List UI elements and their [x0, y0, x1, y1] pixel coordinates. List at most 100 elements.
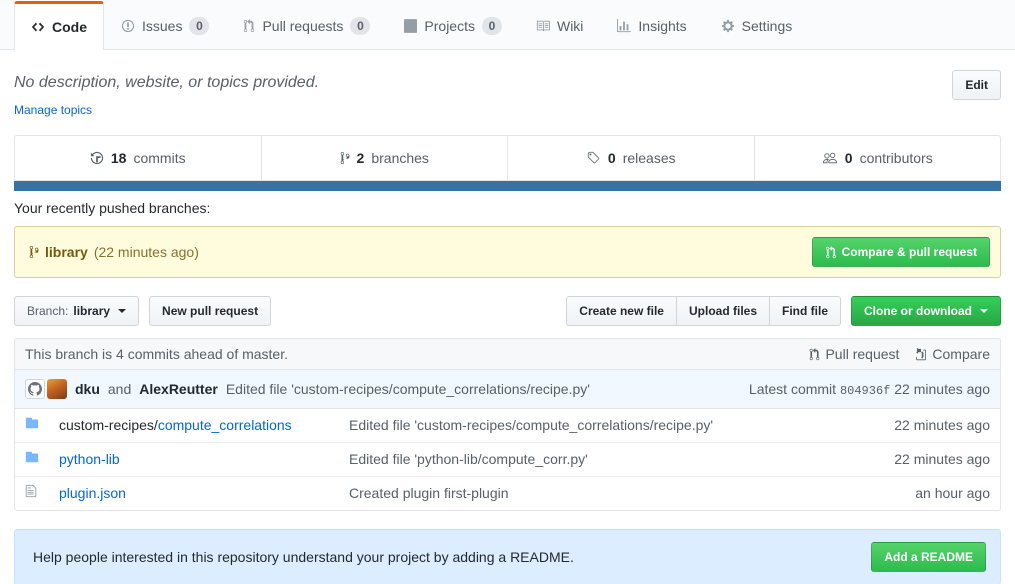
- branch-status-text: This branch is 4 commits ahead of master…: [25, 346, 288, 362]
- tab-pull-requests-label: Pull requests: [262, 18, 344, 34]
- tab-projects-label: Projects: [424, 18, 475, 34]
- tab-pull-requests[interactable]: Pull requests 0: [226, 1, 387, 50]
- recently-pushed-branch-info: library (22 minutes ago): [29, 244, 199, 260]
- file-navigation-left: Branch: library New pull request: [14, 296, 272, 326]
- clone-or-download-button[interactable]: Clone or download: [851, 296, 1001, 326]
- latest-commit-time: 22 minutes ago: [894, 380, 990, 397]
- file-navigation-right: Create new file Upload files Find file C…: [566, 296, 1001, 326]
- upload-files-button[interactable]: Upload files: [675, 296, 769, 326]
- git-branch-icon: [29, 245, 39, 259]
- tab-pull-requests-counter: 0: [350, 17, 371, 35]
- table-row[interactable]: custom-recipes/compute_correlations Edit…: [15, 409, 1000, 443]
- latest-commit-meta: Latest commit 804936f 22 minutes ago: [749, 381, 990, 398]
- files-table: custom-recipes/compute_correlations Edit…: [15, 409, 1000, 510]
- branch-status-actions: Pull request Compare: [809, 346, 990, 362]
- find-file-button[interactable]: Find file: [769, 296, 841, 326]
- repo-numbers-summary: 18 commits 2 branches 0 releases 0 contr…: [14, 135, 1001, 181]
- summary-contributors-label: contributors: [859, 150, 933, 166]
- commit-author-primary[interactable]: dku: [75, 381, 100, 397]
- tab-issues[interactable]: Issues 0: [104, 1, 226, 50]
- summary-commits[interactable]: 18 commits: [15, 136, 262, 180]
- tab-wiki[interactable]: Wiki: [519, 1, 600, 50]
- recently-pushed-heading: Your recently pushed branches:: [14, 200, 211, 216]
- file-commit-message-cell[interactable]: Edited file 'custom-recipes/compute_corr…: [339, 409, 860, 443]
- pushed-branch-name[interactable]: library: [45, 244, 88, 260]
- compare-and-pull-request-label: Compare & pull request: [841, 245, 977, 259]
- pushed-branch-time: (22 minutes ago): [93, 244, 199, 260]
- file-name-cell: custom-recipes/compute_correlations: [49, 409, 339, 443]
- graph-icon: [617, 19, 632, 33]
- file-commit-message-cell[interactable]: Edited file 'python-lib/compute_corr.py': [339, 442, 860, 477]
- file-link[interactable]: plugin.json: [59, 485, 126, 501]
- avatar[interactable]: [47, 379, 67, 399]
- commit-message[interactable]: Edited file 'custom-recipes/compute_corr…: [226, 381, 590, 397]
- repository-language-bar[interactable]: [14, 181, 1001, 191]
- avatar[interactable]: [25, 379, 45, 399]
- git-pull-request-icon: [809, 347, 820, 361]
- summary-contributors-value: 0: [844, 150, 853, 166]
- summary-commits-label: commits: [133, 150, 186, 166]
- summary-contributors[interactable]: 0 contributors: [755, 136, 1001, 180]
- summary-releases-value: 0: [607, 150, 616, 166]
- file-age-cell: an hour ago: [860, 476, 1000, 510]
- issue-opened-icon: [121, 19, 135, 33]
- file-link[interactable]: compute_correlations: [158, 417, 292, 433]
- manage-topics-link[interactable]: Manage topics: [14, 103, 319, 117]
- summary-releases[interactable]: 0 releases: [508, 136, 755, 180]
- tab-settings[interactable]: Settings: [704, 1, 810, 50]
- branch-pull-request-link[interactable]: Pull request: [809, 346, 899, 362]
- history-icon: [90, 151, 104, 165]
- file-type-cell: [15, 409, 49, 443]
- git-compare-icon: [915, 347, 927, 361]
- tab-issues-label: Issues: [142, 18, 183, 34]
- git-pull-request-icon: [243, 19, 255, 33]
- branch-pull-request-label: Pull request: [825, 346, 900, 362]
- table-row[interactable]: plugin.json Created plugin first-plugin …: [15, 476, 1000, 510]
- git-branch-icon: [340, 151, 350, 165]
- file-name-cell: python-lib: [49, 442, 339, 477]
- branch-select-menu-button[interactable]: Branch: library: [14, 296, 140, 326]
- file-link[interactable]: python-lib: [59, 451, 120, 467]
- branch-compare-link[interactable]: Compare: [915, 346, 990, 362]
- file-path-prefix: custom-recipes/: [59, 417, 158, 433]
- commit-author-secondary[interactable]: AlexReutter: [139, 381, 218, 397]
- repo-description: No description, website, or topics provi…: [14, 74, 320, 91]
- book-icon: [536, 19, 550, 33]
- tab-insights[interactable]: Insights: [600, 1, 703, 50]
- branch-compare-label: Compare: [932, 346, 990, 362]
- summary-branches-label: branches: [371, 150, 429, 166]
- recently-pushed-branch-banner: library (22 minutes ago) Compare & pull …: [14, 226, 1001, 278]
- add-readme-prompt: Help people interested in this repositor…: [14, 529, 1001, 584]
- summary-releases-label: releases: [622, 150, 676, 166]
- tab-insights-label: Insights: [638, 18, 687, 34]
- repo-tab-nav[interactable]: Code Issues 0 Pull requests 0 Projects 0…: [0, 0, 1015, 50]
- language-segment[interactable]: [14, 181, 1001, 191]
- people-icon: [822, 151, 838, 165]
- tab-issues-counter: 0: [189, 17, 210, 35]
- git-pull-request-icon: [825, 245, 837, 259]
- new-pull-request-button[interactable]: New pull request: [149, 296, 272, 326]
- branch-select-prefix: Branch:: [27, 304, 69, 318]
- file-navigation-bar: Branch: library New pull request Create …: [14, 296, 1001, 326]
- file-type-cell: [15, 442, 49, 477]
- tab-projects[interactable]: Projects 0: [387, 1, 519, 50]
- file-commit-message-cell[interactable]: Created plugin first-plugin: [339, 476, 860, 510]
- tab-code-label: Code: [52, 19, 87, 35]
- latest-commit-sha[interactable]: 804936f: [840, 384, 890, 398]
- table-row[interactable]: python-lib Edited file 'python-lib/compu…: [15, 442, 1000, 477]
- repository-files-container: This branch is 4 commits ahead of master…: [14, 338, 1001, 511]
- latest-commit-label: Latest commit: [748, 380, 837, 397]
- folder-icon: [25, 417, 39, 433]
- project-icon: [404, 19, 418, 33]
- create-new-file-button[interactable]: Create new file: [566, 296, 676, 326]
- repo-about-section: No description, website, or topics provi…: [14, 50, 1001, 117]
- file-age-cell: 22 minutes ago: [894, 417, 990, 433]
- edit-description-button[interactable]: Edit: [952, 70, 1001, 100]
- summary-branches-value: 2: [356, 150, 365, 166]
- add-readme-button[interactable]: Add a README: [871, 542, 986, 572]
- compare-and-pull-request-button[interactable]: Compare & pull request: [811, 237, 990, 267]
- summary-branches[interactable]: 2 branches: [262, 136, 508, 180]
- tab-code[interactable]: Code: [14, 1, 104, 50]
- file-type-cell: [15, 476, 49, 510]
- chevron-down-icon: [980, 309, 988, 313]
